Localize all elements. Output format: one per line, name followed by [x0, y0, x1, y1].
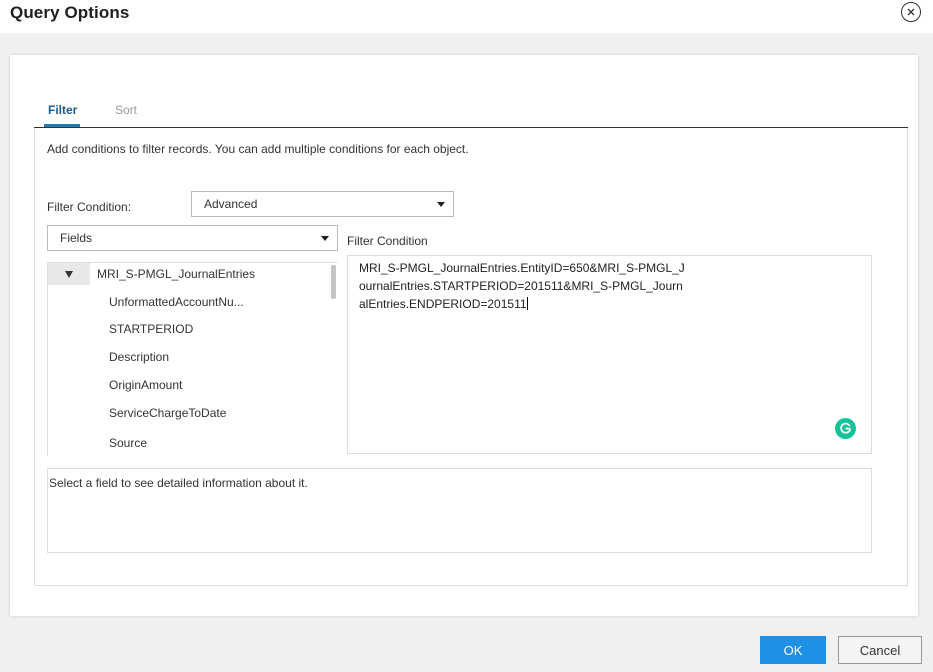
dialog-header: Query Options: [0, 0, 933, 33]
tab-filter[interactable]: Filter: [48, 103, 77, 117]
filter-panel: Add conditions to filter records. You ca…: [34, 128, 908, 586]
field-info-text: Select a field to see detailed informati…: [49, 476, 308, 490]
close-icon: [907, 8, 915, 16]
tree-scrollbar-thumb[interactable]: [331, 265, 336, 299]
fields-select-value: Fields: [60, 231, 93, 245]
caret-down-icon: [437, 202, 445, 207]
field-info-box: Select a field to see detailed informati…: [47, 468, 872, 553]
filter-description: Add conditions to filter records. You ca…: [47, 142, 469, 156]
tab-sort[interactable]: Sort: [115, 103, 137, 117]
query-options-card: Filter Sort Add conditions to filter rec…: [10, 55, 918, 616]
tree-item[interactable]: Source: [109, 436, 147, 450]
tree-item[interactable]: OriginAmount: [109, 378, 182, 392]
tree-toggle-button[interactable]: [48, 263, 90, 285]
cancel-button[interactable]: Cancel: [838, 636, 922, 664]
triangle-down-icon: [65, 270, 73, 278]
dialog-content: Filter Sort Add conditions to filter rec…: [0, 33, 933, 618]
tree-item[interactable]: ServiceChargeToDate: [109, 406, 226, 420]
tree-item[interactable]: UnformattedAccountNu...: [109, 295, 244, 309]
tab-bar: Filter Sort: [34, 95, 908, 128]
filter-condition-value: Advanced: [204, 197, 258, 211]
caret-down-icon: [321, 236, 329, 241]
grammarly-icon: [840, 422, 851, 434]
tree-item[interactable]: Description: [109, 350, 169, 364]
tree-root: MRI_S-PMGL_JournalEntries: [48, 263, 328, 285]
tree-scrollbar[interactable]: [330, 263, 337, 456]
dialog-footer: OK Cancel: [0, 618, 933, 672]
grammarly-button[interactable]: [835, 418, 856, 439]
text-cursor: [526, 297, 528, 310]
active-tab-indicator: [44, 124, 80, 127]
filter-condition-textarea[interactable]: MRI_S-PMGL_JournalEntries.EntityID=650&M…: [347, 255, 872, 454]
filter-condition-select[interactable]: Advanced: [191, 191, 454, 217]
dialog-title: Query Options: [10, 3, 130, 22]
filter-condition-text: MRI_S-PMGL_JournalEntries.EntityID=650&M…: [359, 261, 685, 311]
ok-button[interactable]: OK: [760, 636, 826, 664]
tree-item[interactable]: STARTPERIOD: [109, 322, 193, 336]
filter-condition-title: Filter Condition: [347, 234, 428, 248]
fields-select[interactable]: Fields: [47, 225, 338, 251]
tree-root-label[interactable]: MRI_S-PMGL_JournalEntries: [97, 267, 255, 281]
field-tree: MRI_S-PMGL_JournalEntries UnformattedAcc…: [47, 262, 337, 456]
close-button[interactable]: [901, 2, 921, 22]
filter-condition-label: Filter Condition:: [47, 200, 132, 214]
